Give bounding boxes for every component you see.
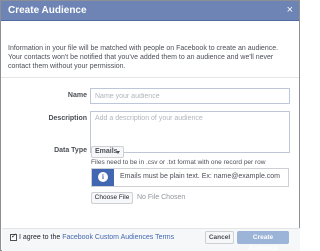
data-type-label: Data Type [54,147,87,154]
close-icon[interactable]: × [287,4,293,16]
cancel-button[interactable]: Cancel [205,231,234,244]
description-label: Description [48,115,87,122]
divider [1,77,299,78]
intro-text: Information in your file will be matched… [8,45,279,71]
info-box: i Emails must be plain text. Ex: name@ex… [91,168,289,187]
create-audience-button[interactable]: Create Audience [237,231,289,251]
name-input[interactable] [90,88,290,104]
create-audience-dialog: Create Audience × Information in your fi… [0,0,300,251]
name-label: Name [67,92,87,99]
file-format-hint: Files need to be in .csv or .txt format … [91,159,266,166]
dialog-title-bar: Create Audience × [1,1,299,21]
chevron-down-icon [116,151,120,154]
dialog-title: Create Audience [8,5,87,16]
data-type-value: Emails [95,148,118,155]
info-icon-background: i [92,169,114,186]
info-icon: i [98,172,108,182]
agree-prefix: I agree to the [19,234,63,241]
terms-link[interactable]: Facebook Custom Audiences Terms [62,234,174,241]
no-file-chosen-text: No File Chosen [137,194,186,201]
agree-text: I agree to the Facebook Custom Audiences… [19,234,174,241]
info-text: Emails must be plain text. Ex: name@exam… [120,173,281,180]
data-type-select[interactable]: Emails [91,146,124,158]
agree-checkbox[interactable] [10,232,17,241]
choose-file-button[interactable]: Choose File [91,192,133,204]
